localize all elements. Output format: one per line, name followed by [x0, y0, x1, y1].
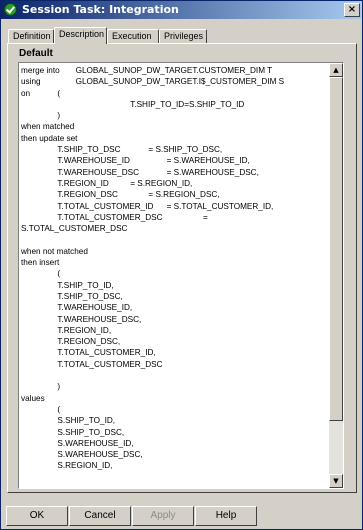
tab-privileges[interactable]: Privileges	[159, 29, 207, 43]
title-bar[interactable]: Session Task: Integration ×	[1, 1, 362, 19]
vertical-scrollbar[interactable]: ▲ ▼	[329, 63, 343, 488]
session-task-dialog: Session Task: Integration × Definition D…	[0, 0, 363, 530]
section-label-default: Default	[19, 48, 53, 59]
window-title: Session Task: Integration	[22, 3, 179, 16]
help-button[interactable]: Help	[195, 506, 257, 526]
description-editor[interactable]: merge into GLOBAL_SUNOP_DW_TARGET.CUSTOM…	[18, 62, 344, 489]
scroll-thumb[interactable]	[329, 77, 343, 421]
close-button[interactable]: ×	[344, 3, 360, 17]
cancel-button[interactable]: Cancel	[69, 506, 131, 526]
tab-execution[interactable]: Execution	[107, 29, 159, 43]
dialog-button-row: OK Cancel Apply Help	[1, 506, 362, 526]
sql-merge-text[interactable]: merge into GLOBAL_SUNOP_DW_TARGET.CUSTOM…	[19, 63, 329, 472]
ok-button[interactable]: OK	[6, 506, 68, 526]
editor-text-area[interactable]: merge into GLOBAL_SUNOP_DW_TARGET.CUSTOM…	[19, 63, 329, 488]
scroll-up-icon[interactable]: ▲	[329, 63, 343, 77]
app-check-icon	[4, 3, 17, 16]
tab-description[interactable]: Description	[54, 27, 107, 44]
scroll-down-icon[interactable]: ▼	[329, 474, 343, 488]
description-panel: Default merge into GLOBAL_SUNOP_DW_TARGE…	[7, 43, 357, 493]
tab-definition[interactable]: Definition	[8, 29, 54, 43]
apply-button[interactable]: Apply	[132, 506, 194, 526]
